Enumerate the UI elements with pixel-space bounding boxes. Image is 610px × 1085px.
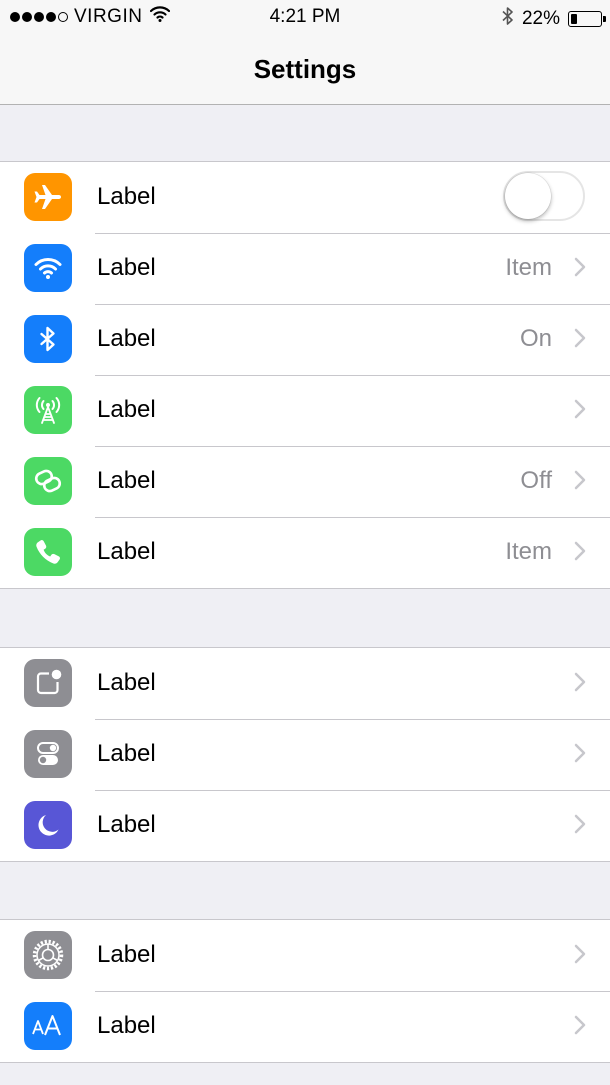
bluetooth-icon	[24, 315, 72, 363]
settings-row[interactable]: Label Off	[0, 446, 610, 517]
settings-row[interactable]: Label Item	[0, 233, 610, 304]
notifications-icon	[24, 659, 72, 707]
toggle-knob	[505, 173, 551, 219]
settings-row[interactable]: Label	[0, 920, 610, 991]
settings-row[interactable]: Label Item	[0, 517, 610, 588]
settings-row[interactable]: Label	[0, 162, 610, 233]
status-bar: VIRGIN 4:21 PM 22%	[0, 0, 610, 36]
row-label: Label	[97, 467, 156, 494]
status-right: 22%	[502, 6, 606, 32]
text-size-icon	[24, 1002, 72, 1050]
hotspot-icon	[24, 457, 72, 505]
row-detail: Off	[520, 467, 552, 494]
chevron-right-icon	[574, 328, 586, 353]
settings-row[interactable]: Label	[0, 991, 610, 1062]
settings-row[interactable]: Label On	[0, 304, 610, 375]
cellular-icon	[24, 386, 72, 434]
row-label: Label	[97, 396, 156, 423]
row-label: Label	[97, 669, 156, 696]
gear-icon	[24, 931, 72, 979]
settings-row[interactable]: Label	[0, 790, 610, 861]
row-label: Label	[97, 325, 156, 352]
airplane-mode-toggle[interactable]	[503, 171, 585, 221]
settings-group-1: Label Label Item Label On Label Label Of…	[0, 161, 610, 589]
settings-group-2: Label Label Label	[0, 647, 610, 862]
chevron-right-icon	[574, 257, 586, 282]
row-label: Label	[97, 183, 156, 210]
bluetooth-status-icon	[502, 6, 514, 32]
wifi-icon	[24, 244, 72, 292]
settings-row[interactable]: Label	[0, 648, 610, 719]
phone-icon	[24, 528, 72, 576]
settings-row[interactable]: Label	[0, 375, 610, 446]
battery-percent: 22%	[521, 8, 560, 29]
settings-group-3: Label Label	[0, 919, 610, 1063]
row-label: Label	[97, 538, 156, 565]
airplane-icon	[24, 173, 72, 221]
row-detail: Item	[505, 254, 552, 281]
row-label: Label	[97, 740, 156, 767]
chevron-right-icon	[574, 944, 586, 969]
chevron-right-icon	[574, 399, 586, 424]
row-label: Label	[97, 254, 156, 281]
chevron-right-icon	[574, 541, 586, 566]
row-label: Label	[97, 1012, 156, 1039]
row-detail: On	[519, 325, 552, 352]
row-label: Label	[97, 941, 156, 968]
chevron-right-icon	[574, 470, 586, 495]
chevron-right-icon	[574, 743, 586, 768]
battery-icon	[568, 11, 606, 27]
row-label: Label	[97, 811, 156, 838]
chevron-right-icon	[574, 672, 586, 697]
navigation-bar: Settings	[0, 36, 610, 105]
row-detail: Item	[505, 538, 552, 565]
chevron-right-icon	[574, 814, 586, 839]
page-title: Settings	[253, 54, 357, 84]
settings-row[interactable]: Label	[0, 719, 610, 790]
control-center-icon	[24, 730, 72, 778]
chevron-right-icon	[574, 1015, 586, 1040]
moon-icon	[24, 801, 72, 849]
